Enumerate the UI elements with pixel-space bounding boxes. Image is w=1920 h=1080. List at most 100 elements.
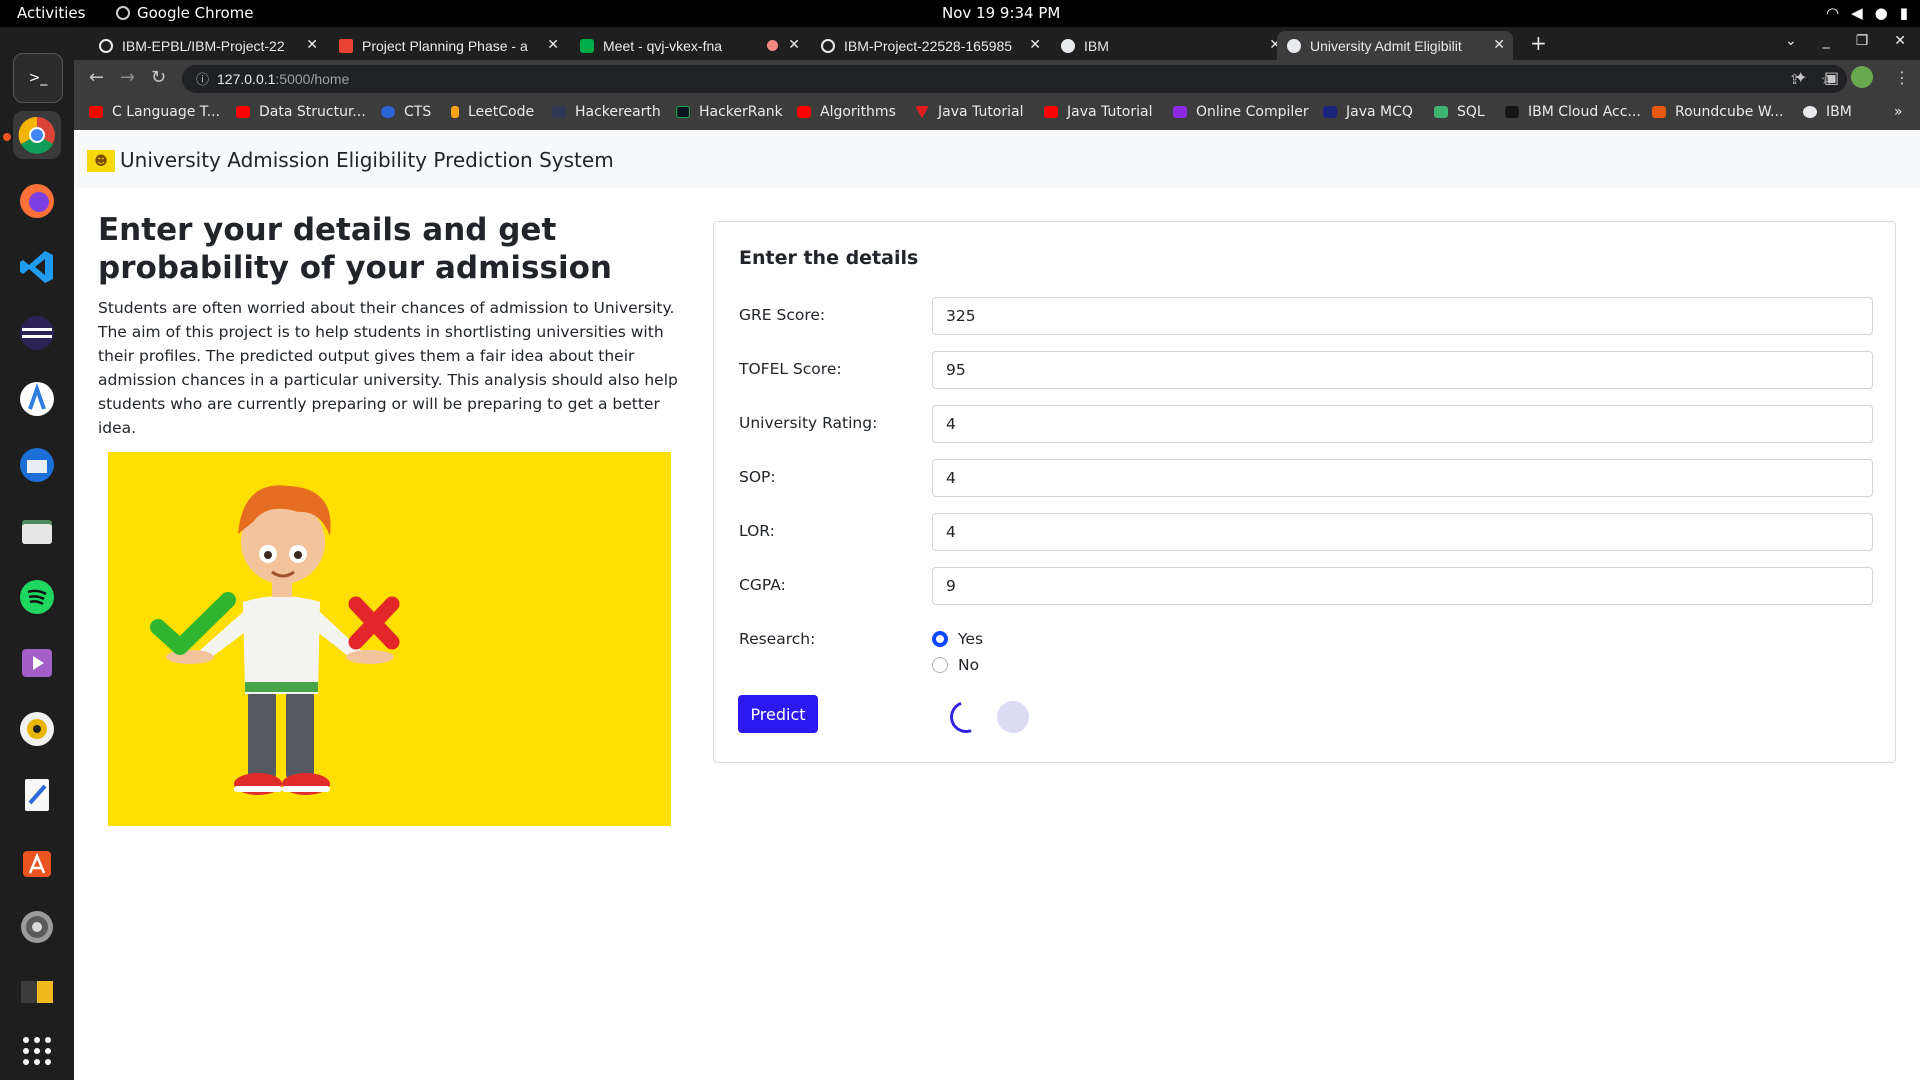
site-info-icon[interactable]: ⓘ	[196, 72, 209, 87]
android-studio-icon[interactable]	[13, 375, 61, 423]
bookmark-label: C Language T...	[112, 104, 221, 120]
recording-icon	[767, 40, 778, 51]
bookmark-label: Hackerearth	[575, 104, 661, 120]
details-form-card: Enter the details GRE Score: TOFEL Score…	[713, 221, 1896, 763]
back-icon[interactable]: ←	[89, 67, 104, 88]
eclipse-icon[interactable]	[13, 309, 61, 357]
lor-input[interactable]	[932, 513, 1873, 551]
software-center-icon[interactable]	[13, 837, 61, 885]
bookmark-item[interactable]: HackerRank	[676, 104, 783, 120]
bookmark-item[interactable]: Hackerearth	[552, 104, 661, 120]
research-yes-option[interactable]: Yes	[932, 630, 983, 648]
menu-icon[interactable]: ⋮	[1894, 68, 1910, 87]
predict-button[interactable]: Predict	[738, 695, 818, 733]
side-panel-icon[interactable]: ▣	[1824, 68, 1839, 87]
bookmark-item[interactable]: Java Tutorial	[915, 104, 1024, 120]
close-window-icon[interactable]: ✕	[1894, 33, 1906, 49]
window-controls: ⌄ _ ❐ ✕	[1785, 33, 1906, 49]
bookmark-item[interactable]: IBM Cloud Acc...	[1505, 104, 1641, 120]
chrome-icon[interactable]	[13, 111, 61, 159]
tab-university-admit[interactable]: University Admit Eligibilit ✕	[1277, 31, 1513, 60]
tab-ibm[interactable]: IBM ✕	[1051, 31, 1289, 60]
bookmark-item[interactable]: Roundcube W...	[1652, 104, 1783, 120]
close-tab-icon[interactable]: ✕	[306, 36, 318, 53]
wifi-icon: ◠	[1826, 4, 1840, 22]
sop-input[interactable]	[932, 459, 1873, 497]
clock[interactable]: Nov 19 9:34 PM	[942, 4, 1060, 22]
tab-meet[interactable]: Meet - qvj-vkex-fna ✕	[570, 31, 808, 60]
firefox-icon[interactable]	[13, 177, 61, 225]
graduation-logo-icon[interactable]: ☻	[87, 150, 115, 172]
university-rating-input[interactable]	[932, 405, 1873, 443]
minimize-icon[interactable]: _	[1823, 33, 1830, 49]
app-menu[interactable]: Google Chrome	[116, 4, 254, 22]
thunderbird-icon[interactable]	[13, 441, 61, 489]
gre-score-label: GRE Score:	[739, 306, 826, 324]
reload-icon[interactable]: ↻	[151, 67, 166, 88]
app-grid-icon[interactable]	[13, 1027, 61, 1075]
research-no-radio[interactable]	[932, 657, 948, 673]
app-name: Google Chrome	[137, 4, 254, 22]
more-bookmarks-icon[interactable]: »	[1894, 104, 1903, 120]
close-tab-icon[interactable]: ✕	[1493, 36, 1505, 53]
gre-score-row: GRE Score:	[739, 297, 1874, 335]
ibm-cloud-icon	[1505, 106, 1519, 118]
toolbar: ← → ↻ ⓘ 127.0.0.1:5000/home ⇪ ☆ ✦ ▣ ⋮	[74, 60, 1920, 98]
leetcode-icon	[451, 106, 459, 118]
tab-github-epbl[interactable]: IBM-EPBL/IBM-Project-22 ✕	[89, 31, 326, 60]
research-label: Research:	[739, 630, 816, 648]
java-icon	[915, 106, 929, 118]
spotify-icon[interactable]	[13, 573, 61, 621]
tab-title: Meet - qvj-vkex-fna	[603, 37, 723, 54]
bookmark-item[interactable]: SQL	[1434, 104, 1485, 120]
extensions-icon[interactable]: ✦	[1794, 68, 1807, 87]
settings-icon[interactable]	[13, 903, 61, 951]
close-tab-icon[interactable]: ✕	[547, 36, 559, 53]
video-player-icon[interactable]	[13, 639, 61, 687]
bookmark-item[interactable]: Data Structur...	[236, 104, 366, 120]
research-yes-radio[interactable]	[932, 631, 948, 647]
bookmarks-bar: C Language T... Data Structur... CTS Lee…	[74, 98, 1920, 130]
files-icon[interactable]	[13, 507, 61, 555]
bookmark-item[interactable]: LeetCode	[451, 104, 534, 120]
forward-icon[interactable]: →	[120, 67, 135, 88]
tab-search-icon[interactable]: ⌄	[1785, 33, 1797, 49]
running-indicator	[3, 133, 11, 141]
close-tab-icon[interactable]: ✕	[788, 36, 800, 53]
profile-avatar[interactable]	[1851, 66, 1873, 88]
cgpa-input[interactable]	[932, 567, 1873, 605]
bookmark-item[interactable]: Java Tutorial	[1044, 104, 1153, 120]
bookmark-item[interactable]: Algorithms	[797, 104, 896, 120]
sop-row: SOP:	[739, 459, 1874, 497]
navbar-brand[interactable]: University Admission Eligibility Predict…	[120, 148, 614, 172]
address-bar[interactable]: ⓘ 127.0.0.1:5000/home ⇪ ☆	[182, 65, 1847, 93]
navbar: ☻ University Admission Eligibility Predi…	[74, 131, 1920, 188]
terminal-icon[interactable]: >_	[13, 53, 63, 103]
system-tray[interactable]: ◠ ◀ ● ▮	[1826, 4, 1908, 22]
university-rating-row: University Rating:	[739, 405, 1874, 443]
cgpa-label: CGPA:	[739, 576, 786, 594]
sop-label: SOP:	[739, 468, 776, 486]
text-editor-icon[interactable]	[13, 771, 61, 819]
tofel-score-label: TOFEL Score:	[739, 360, 842, 378]
bookmark-item[interactable]: CTS	[381, 104, 431, 120]
new-tab-button[interactable]: +	[1530, 31, 1547, 55]
bookmark-item[interactable]: Online Compiler	[1173, 104, 1309, 120]
gmail-icon	[339, 38, 353, 53]
bookmark-label: Java Tutorial	[938, 104, 1024, 120]
bookmark-item[interactable]: IBM	[1803, 104, 1852, 120]
research-no-option[interactable]: No	[932, 656, 979, 674]
bookmark-item[interactable]: C Language T...	[89, 104, 220, 120]
tab-project-planning[interactable]: Project Planning Phase - a ✕	[329, 31, 567, 60]
rhythmbox-icon[interactable]	[13, 705, 61, 753]
restore-icon[interactable]: ❐	[1856, 33, 1869, 49]
vscode-icon[interactable]	[13, 243, 61, 291]
research-yes-label: Yes	[958, 630, 984, 648]
tab-github-project[interactable]: IBM-Project-22528-165985 ✕	[811, 31, 1049, 60]
tofel-score-input[interactable]	[932, 351, 1873, 389]
bookmark-item[interactable]: Java MCQ	[1323, 104, 1413, 120]
close-tab-icon[interactable]: ✕	[1029, 36, 1041, 53]
gre-score-input[interactable]	[932, 297, 1873, 335]
activities-button[interactable]: Activities	[17, 4, 85, 22]
show-drives-icon[interactable]	[13, 969, 61, 1017]
